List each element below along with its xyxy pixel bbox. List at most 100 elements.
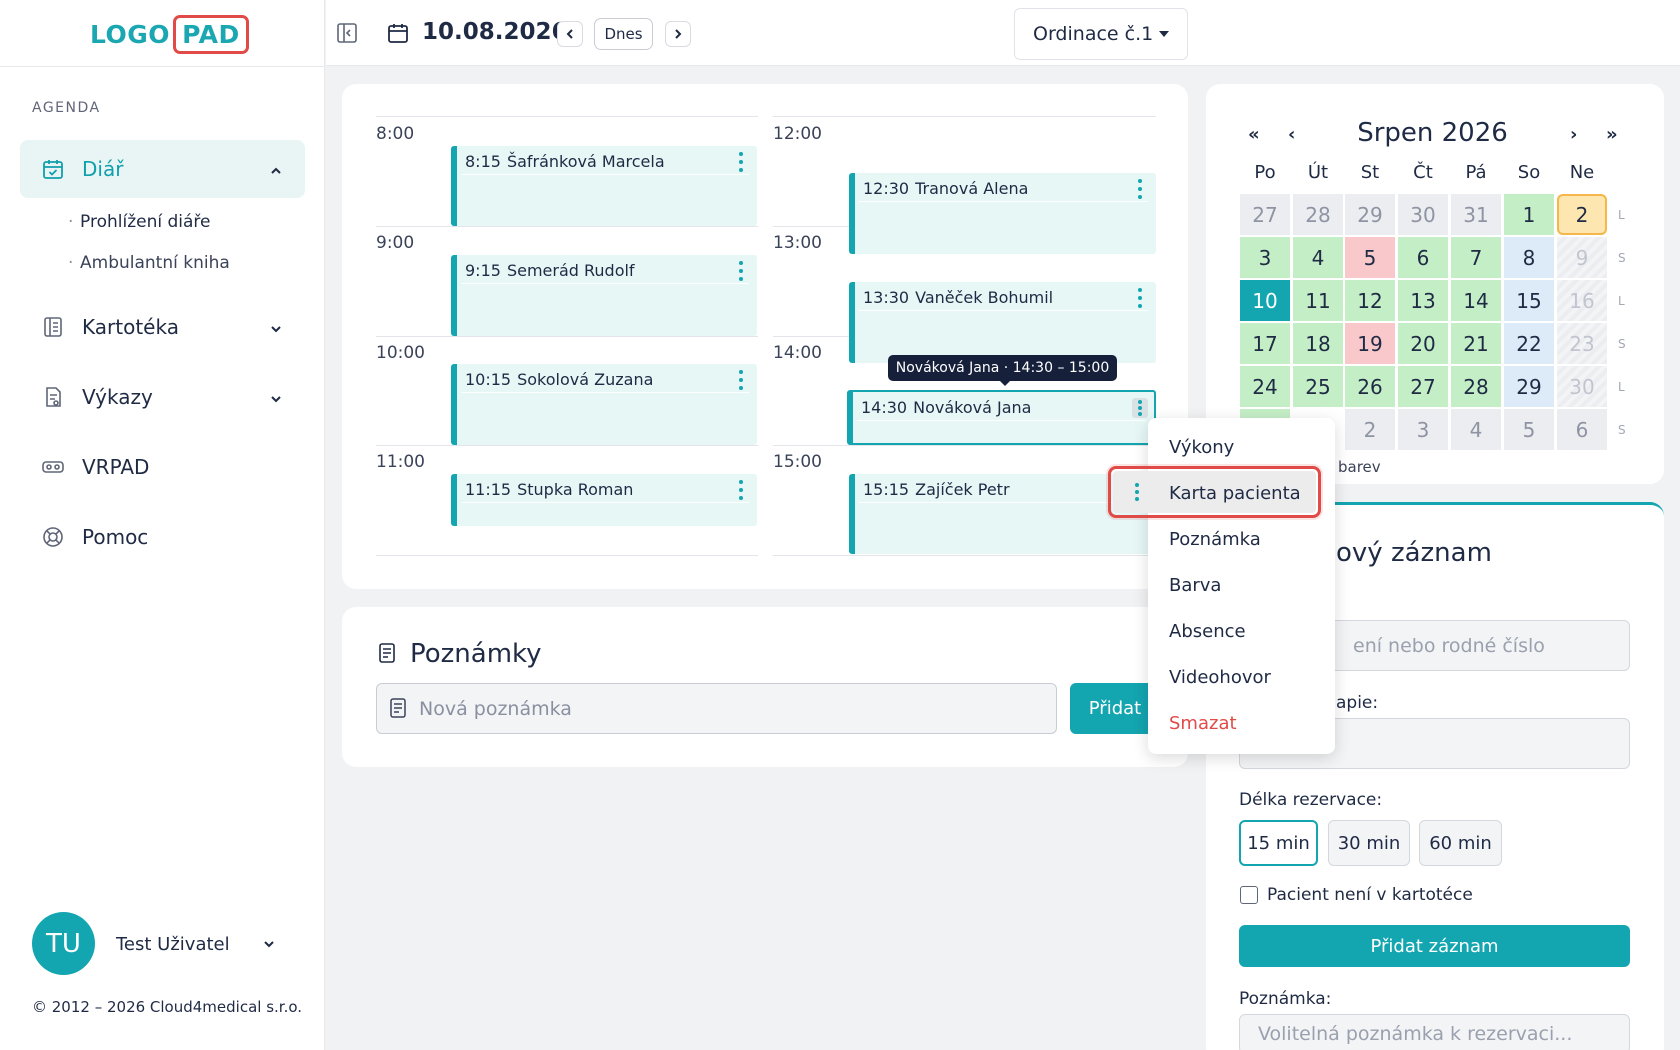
calendar-day[interactable]: 3 <box>1398 409 1448 450</box>
sidebar-item-vrpad[interactable]: VRPAD <box>20 438 305 496</box>
calendar-day[interactable]: 27 <box>1398 366 1448 407</box>
calendar-day[interactable]: 31 <box>1451 194 1501 235</box>
calendar-day[interactable]: 12 <box>1345 280 1395 321</box>
not-in-registry-label[interactable]: Pacient není v kartotéce <box>1267 885 1473 905</box>
appointment[interactable]: 11:15 Stupka Roman <box>451 474 757 526</box>
more-vertical-icon[interactable] <box>739 480 743 500</box>
today-button[interactable]: Dnes <box>594 18 653 50</box>
menu-item-smazat[interactable]: Smazat <box>1169 713 1237 734</box>
sidebar-toggle-icon[interactable] <box>336 22 358 48</box>
next-month-button[interactable]: › <box>1570 124 1577 145</box>
calendar-day[interactable]: 11 <box>1293 280 1343 321</box>
calendar-day[interactable]: 14 <box>1451 280 1501 321</box>
duration-30-button[interactable]: 30 min <box>1328 820 1410 866</box>
user-name[interactable]: Test Uživatel <box>116 934 230 955</box>
more-vertical-icon[interactable] <box>1138 179 1142 199</box>
more-vertical-icon[interactable] <box>739 152 743 172</box>
add-note-button[interactable]: Přidat <box>1070 683 1160 734</box>
calendar-day[interactable]: 23 <box>1557 323 1607 364</box>
appointment-time: 8:15 <box>465 152 501 171</box>
appointment-label: 14:30 Nováková Jana <box>861 398 1031 417</box>
calendar-day-selected[interactable]: 10 <box>1240 280 1290 321</box>
calendar-day[interactable]: 1 <box>1504 194 1554 235</box>
hour-line <box>773 445 1156 446</box>
calendar-day[interactable]: 6 <box>1398 237 1448 278</box>
sidebar-item-pomoc[interactable]: Pomoc <box>20 508 305 566</box>
sidebar-item-kartoteka[interactable]: Kartotéka <box>20 298 305 356</box>
sidebar-subitem-prohlizeni[interactable]: Prohlížení diáře <box>68 212 211 232</box>
calendar-day[interactable]: 20 <box>1398 323 1448 364</box>
calendar-day[interactable]: 7 <box>1451 237 1501 278</box>
calendar-day[interactable]: 8 <box>1504 237 1554 278</box>
calendar-legend-text: barev <box>1338 458 1381 476</box>
calendar-day[interactable]: 28 <box>1451 366 1501 407</box>
appointment[interactable]: 12:30 Tranová Alena <box>849 173 1156 254</box>
appointment-time: 9:15 <box>465 261 501 280</box>
hour-label: 10:00 <box>376 343 425 363</box>
menu-item-videohovor[interactable]: Videohovor <box>1169 667 1271 688</box>
menu-item-poznamka[interactable]: Poznámka <box>1169 529 1261 550</box>
calendar-day[interactable]: 30 <box>1398 194 1448 235</box>
office-select[interactable]: Ordinace č.1 <box>1014 8 1188 60</box>
more-vertical-icon[interactable] <box>739 370 743 390</box>
calendar-day[interactable]: 29 <box>1345 194 1395 235</box>
calendar-day[interactable]: 24 <box>1240 366 1290 407</box>
more-vertical-icon[interactable] <box>1138 288 1142 308</box>
calendar-day[interactable]: 16 <box>1557 280 1607 321</box>
calendar-day[interactable]: 30 <box>1557 366 1607 407</box>
sidebar-item-vykazy[interactable]: Výkazy <box>20 368 305 426</box>
calendar-day[interactable]: 13 <box>1398 280 1448 321</box>
appointment-time: 11:15 <box>465 480 512 499</box>
calendar-day[interactable]: 29 <box>1504 366 1554 407</box>
calendar-day[interactable]: 9 <box>1557 237 1607 278</box>
calendar-day[interactable]: 4 <box>1293 237 1343 278</box>
menu-item-absence[interactable]: Absence <box>1169 621 1246 642</box>
calendar-icon[interactable] <box>386 21 410 49</box>
hour-line <box>773 116 1156 117</box>
weekday-label: So <box>1517 162 1541 183</box>
calendar-day[interactable]: 4 <box>1451 409 1501 450</box>
prev-day-button[interactable] <box>557 21 583 47</box>
calendar-day[interactable]: 6 <box>1557 409 1607 450</box>
sidebar-item-diar[interactable]: Diář <box>20 140 305 198</box>
calendar-day[interactable]: 26 <box>1345 366 1395 407</box>
chevron-down-icon[interactable] <box>262 936 276 955</box>
prev-year-button[interactable]: « <box>1248 124 1260 145</box>
avatar[interactable]: TU <box>32 912 95 975</box>
more-vertical-icon[interactable] <box>1132 398 1148 418</box>
add-record-button[interactable]: Přidat záznam <box>1239 925 1630 967</box>
calendar-day[interactable]: 5 <box>1504 409 1554 450</box>
calendar-day[interactable]: 27 <box>1240 194 1290 235</box>
appointment[interactable]: 10:15 Sokolová Zuzana <box>451 364 757 445</box>
calendar-day[interactable]: 3 <box>1240 237 1290 278</box>
calendar-day[interactable]: 17 <box>1240 323 1290 364</box>
duration-15-button[interactable]: 15 min <box>1239 820 1318 866</box>
menu-item-barva[interactable]: Barva <box>1169 575 1221 596</box>
calendar-day[interactable]: 2 <box>1345 409 1395 450</box>
appointment[interactable]: 9:15 Semerád Rudolf <box>451 255 757 336</box>
calendar-day[interactable]: 19 <box>1345 323 1395 364</box>
calendar-day[interactable]: 15 <box>1504 280 1554 321</box>
calendar-day[interactable]: 5 <box>1345 237 1395 278</box>
prev-month-button[interactable]: ‹ <box>1288 124 1295 145</box>
calendar-day[interactable]: 22 <box>1504 323 1554 364</box>
calendar-day[interactable]: 21 <box>1451 323 1501 364</box>
duration-60-button[interactable]: 60 min <box>1419 820 1502 866</box>
appointment[interactable]: 13:30 Vaněček Bohumil <box>849 282 1156 363</box>
next-day-button[interactable] <box>665 21 691 47</box>
not-in-registry-checkbox[interactable] <box>1240 886 1258 904</box>
next-year-button[interactable]: » <box>1606 124 1618 145</box>
current-date[interactable]: 10.08.2026 <box>422 19 568 45</box>
calendar-day-today[interactable]: 2 <box>1557 194 1607 235</box>
menu-item-vykony[interactable]: Výkony <box>1169 437 1234 458</box>
sidebar-subitem-ambulantni-kniha[interactable]: Ambulantní kniha <box>68 253 230 273</box>
more-vertical-icon[interactable] <box>739 261 743 281</box>
calendar-day[interactable]: 28 <box>1293 194 1343 235</box>
calendar-day[interactable]: 18 <box>1293 323 1343 364</box>
appointment[interactable]: 8:15 Šafránková Marcela <box>451 146 757 226</box>
app-logo[interactable]: LOGO PAD <box>90 12 249 56</box>
new-note-input[interactable]: Nová poznámka <box>376 683 1057 734</box>
note-input[interactable]: Volitelná poznámka k rezervaci... <box>1239 1014 1630 1050</box>
appointment-selected[interactable]: 14:30 Nováková Jana <box>847 390 1156 445</box>
calendar-day[interactable]: 25 <box>1293 366 1343 407</box>
